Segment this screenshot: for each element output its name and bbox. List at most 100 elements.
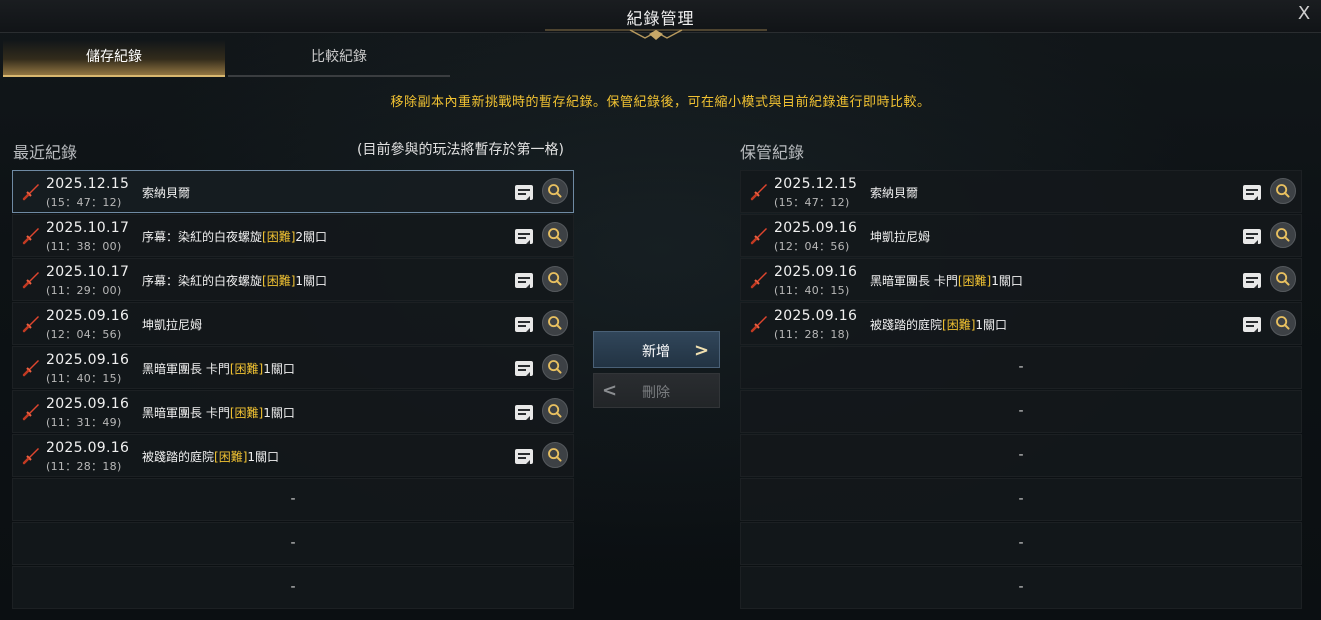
memo-icon[interactable] — [514, 271, 534, 291]
empty-record-row: - — [740, 566, 1302, 609]
record-row[interactable]: 2025.09.16 (11：28：18) 被踐踏的庭院[困難]1關口 — [12, 434, 574, 477]
search-icon[interactable] — [542, 178, 568, 204]
empty-record-row: - — [740, 478, 1302, 521]
record-name-suffix: 1關口 — [263, 362, 295, 376]
sword-icon — [21, 182, 41, 202]
record-name-main: 黑暗軍團長 卡門 — [870, 274, 958, 288]
record-name: 序幕：染紅的白夜螺旋[困難]2關口 — [142, 228, 327, 245]
record-name-main: 被踐踏的庭院 — [142, 450, 215, 464]
record-date: 2025.09.16 — [46, 440, 130, 456]
memo-icon[interactable] — [514, 359, 534, 379]
record-row[interactable]: 2025.09.16 (11：40：15) 黑暗軍團長 卡門[困難]1關口 — [12, 346, 574, 389]
kept-records-title: 保管紀錄 — [740, 143, 805, 162]
empty-slot-placeholder: - — [290, 491, 296, 507]
search-icon[interactable] — [1270, 266, 1296, 292]
record-name-main: 索納貝爾 — [142, 186, 191, 200]
memo-icon[interactable] — [1242, 183, 1262, 203]
search-icon[interactable] — [542, 398, 568, 424]
sword-icon — [21, 446, 41, 466]
title-ornament-icon — [545, 29, 767, 40]
difficulty-badge: [困難] — [942, 318, 976, 332]
empty-record-row: - — [12, 522, 574, 565]
record-name: 黑暗軍團長 卡門[困難]1關口 — [142, 360, 295, 377]
record-row[interactable]: 2025.10.17 (11：38：00) 序幕：染紅的白夜螺旋[困難]2關口 — [12, 214, 574, 257]
search-icon[interactable] — [1270, 310, 1296, 336]
empty-record-row: - — [740, 434, 1302, 477]
empty-slot-placeholder: - — [290, 535, 296, 551]
empty-slot-placeholder: - — [1018, 579, 1024, 595]
record-name: 坤凱拉尼姆 — [870, 228, 930, 245]
memo-icon[interactable] — [1242, 271, 1262, 291]
record-name-suffix: 1關口 — [263, 406, 295, 420]
record-name: 序幕：染紅的白夜螺旋[困難]1關口 — [142, 272, 327, 289]
search-icon[interactable] — [542, 442, 568, 468]
record-row[interactable]: 2025.12.15 (15：47：12) 索納貝爾 — [740, 170, 1302, 213]
record-name: 坤凱拉尼姆 — [142, 316, 202, 333]
record-time: (11：40：15) — [774, 284, 850, 297]
close-button[interactable]: X — [1293, 3, 1315, 25]
empty-record-row: - — [740, 390, 1302, 433]
record-row[interactable]: 2025.09.16 (11：31：49) 黑暗軍團長 卡門[困難]1關口 — [12, 390, 574, 433]
tab-compare-records[interactable]: 比較紀錄 — [228, 40, 450, 77]
record-name-main: 索納貝爾 — [870, 186, 919, 200]
record-time: (15：47：12) — [774, 196, 850, 209]
sword-icon — [749, 270, 769, 290]
memo-icon[interactable] — [514, 403, 534, 423]
record-time: (11：28：18) — [46, 460, 122, 473]
record-time: (11：29：00) — [46, 284, 122, 297]
record-time: (12：04：56) — [46, 328, 122, 341]
sword-icon — [21, 226, 41, 246]
search-icon[interactable] — [1270, 178, 1296, 204]
delete-button[interactable]: < 刪除 — [593, 373, 720, 408]
difficulty-badge: [困難] — [262, 274, 296, 288]
add-button[interactable]: 新增 > — [593, 331, 720, 368]
record-name: 黑暗軍團長 卡門[困難]1關口 — [142, 404, 295, 421]
record-name: 索納貝爾 — [142, 184, 190, 201]
memo-icon[interactable] — [514, 183, 534, 203]
record-date: 2025.09.16 — [774, 220, 858, 236]
record-date: 2025.09.16 — [46, 396, 130, 412]
search-icon[interactable] — [542, 266, 568, 292]
empty-record-row: - — [12, 478, 574, 521]
memo-icon[interactable] — [514, 315, 534, 335]
record-row[interactable]: 2025.12.15 (15：47：12) 索納貝爾 — [12, 170, 574, 213]
memo-icon[interactable] — [1242, 227, 1262, 247]
empty-slot-placeholder: - — [1018, 403, 1024, 419]
sword-icon — [749, 226, 769, 246]
record-name-main: 坤凱拉尼姆 — [142, 318, 203, 332]
record-date: 2025.10.17 — [46, 264, 130, 280]
record-name: 黑暗軍團長 卡門[困難]1關口 — [870, 272, 1023, 289]
record-time: (15：47：12) — [46, 196, 122, 209]
search-icon[interactable] — [542, 222, 568, 248]
empty-slot-placeholder: - — [1018, 491, 1024, 507]
tab-bar: 儲存紀錄 比較紀錄 — [3, 40, 450, 77]
record-name: 被踐踏的庭院[困難]1關口 — [870, 316, 1007, 333]
record-date: 2025.12.15 — [46, 176, 130, 192]
notice-text: 移除副本內重新挑戰時的暫存紀錄。保管紀錄後，可在縮小模式與目前紀錄進行即時比較。 — [390, 95, 931, 110]
record-row[interactable]: 2025.10.17 (11：29：00) 序幕：染紅的白夜螺旋[困難]1關口 — [12, 258, 574, 301]
empty-record-row: - — [12, 566, 574, 609]
memo-icon[interactable] — [514, 447, 534, 467]
memo-icon[interactable] — [514, 227, 534, 247]
record-time: (11：40：15) — [46, 372, 122, 385]
tab-saved-records[interactable]: 儲存紀錄 — [3, 40, 225, 77]
title-bar: 紀錄管理 X — [0, 0, 1321, 40]
sword-icon — [749, 182, 769, 202]
record-name-suffix: 1關口 — [991, 274, 1023, 288]
record-row[interactable]: 2025.09.16 (11：28：18) 被踐踏的庭院[困難]1關口 — [740, 302, 1302, 345]
memo-icon[interactable] — [1242, 315, 1262, 335]
search-icon[interactable] — [542, 310, 568, 336]
record-name-suffix: 1關口 — [247, 450, 280, 464]
record-row[interactable]: 2025.09.16 (11：40：15) 黑暗軍團長 卡門[困難]1關口 — [740, 258, 1302, 301]
record-time: (11：31：49) — [46, 416, 122, 429]
search-icon[interactable] — [1270, 222, 1296, 248]
delete-button-label: 刪除 — [642, 385, 670, 401]
difficulty-badge: [困難] — [229, 362, 264, 376]
empty-record-row: - — [740, 522, 1302, 565]
record-row[interactable]: 2025.09.16 (12：04：56) 坤凱拉尼姆 — [12, 302, 574, 345]
record-name-main: 序幕：染紅的白夜螺旋 — [142, 230, 263, 244]
sword-icon — [21, 314, 41, 334]
search-icon[interactable] — [542, 354, 568, 380]
difficulty-badge: [困難] — [957, 274, 992, 288]
record-row[interactable]: 2025.09.16 (12：04：56) 坤凱拉尼姆 — [740, 214, 1302, 257]
